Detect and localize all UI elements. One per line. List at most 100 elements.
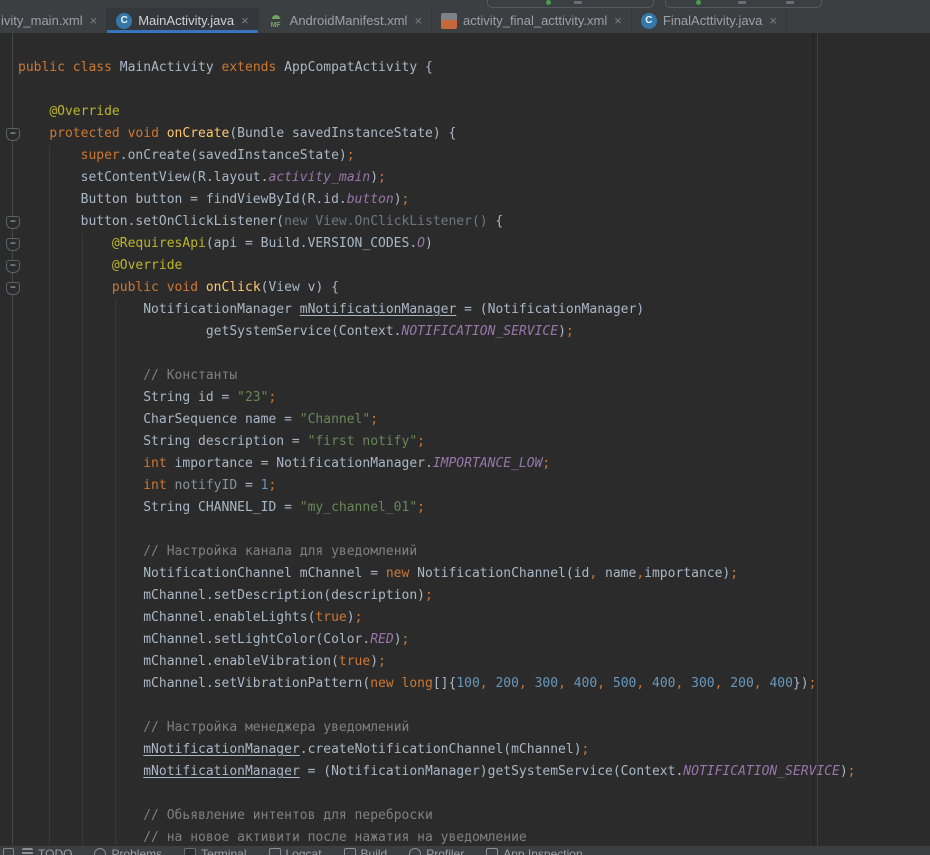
code-segment: ; [402, 632, 410, 647]
code-segment: @Override [49, 104, 119, 119]
tab-mainactivity-java[interactable]: C MainActivity.java × [107, 8, 258, 33]
close-icon[interactable]: × [414, 14, 422, 27]
toolbar-button-group[interactable] [487, 0, 654, 8]
fold-toggle-icon[interactable]: − [6, 216, 20, 229]
code-segment: mNotificationManager [143, 764, 300, 779]
code-segment: CharSequence name = [18, 412, 300, 427]
code-area[interactable]: public class MainActivity extends AppCom… [0, 57, 930, 845]
code-segment: ) [425, 236, 433, 251]
code-line: mChannel.enableVibration(true); [0, 651, 930, 673]
code-line [0, 695, 930, 717]
code-segment: ; [370, 412, 378, 427]
close-icon[interactable]: × [614, 14, 622, 27]
code-line: mChannel.setVibrationPattern(new long[]{… [0, 673, 930, 695]
code-segment [18, 368, 143, 383]
code-segment [159, 126, 167, 141]
code-line: super.onCreate(savedInstanceState); [0, 145, 930, 167]
code-segment: ; [848, 764, 856, 779]
code-segment: ; [582, 742, 590, 757]
code-line: mChannel.setDescription(description); [0, 585, 930, 607]
code-segment: (View v) { [261, 280, 339, 295]
status-item-problems[interactable]: Problems [94, 846, 162, 855]
code-segment: int [143, 478, 166, 493]
code-segment: = [237, 478, 260, 493]
status-item-todo[interactable]: TODO [22, 846, 72, 855]
code-segment: Button button = findViewById(R.id. [18, 192, 347, 207]
status-item-app-inspection[interactable]: App Inspection [486, 846, 582, 855]
code-segment: RED [370, 632, 393, 647]
code-segment: mChannel.setLightColor(Color. [18, 632, 370, 647]
code-line: NotificationManager mNotificationManager… [0, 299, 930, 321]
status-item-profiler[interactable]: Profiler [409, 846, 464, 855]
code-segment: // Настройка канала для уведомлений [143, 544, 417, 559]
status-item-terminal[interactable]: Terminal [184, 846, 246, 855]
fold-toggle-icon[interactable]: − [6, 238, 20, 251]
code-segment: new View.OnClickListener() [284, 214, 488, 229]
code-segment: NotificationChannel mChannel = [18, 566, 386, 581]
status-item-build[interactable]: Build [344, 846, 388, 855]
status-label: App Inspection [503, 847, 582, 855]
code-segment: ; [542, 456, 550, 471]
code-segment: void [167, 280, 198, 295]
tab-androidmanifest-xml[interactable]: MFAndroidManifest.xml× [259, 8, 432, 33]
code-segment [18, 478, 143, 493]
code-segment: // на новое активити после нажатия на ув… [143, 830, 527, 845]
code-segment: // Настройка менеджера уведомлений [143, 720, 409, 735]
code-segment [18, 742, 143, 757]
code-segment: int [143, 456, 166, 471]
tab-label: FinalActtivity.java [663, 13, 762, 28]
tab-activity-final-acttivity-xml[interactable]: activity_final_acttivity.xml× [432, 8, 632, 33]
java-class-icon: C [641, 13, 657, 29]
code-segment [65, 60, 73, 75]
code-segment: "Channel" [300, 412, 370, 427]
code-line: // на новое активити после нажатия на ув… [0, 827, 930, 845]
code-segment [18, 720, 143, 735]
code-segment: true [339, 654, 370, 669]
code-segment: // Константы [143, 368, 237, 383]
toolbar-button-group[interactable] [665, 0, 822, 8]
fold-toggle-icon[interactable]: − [6, 260, 20, 273]
code-line: String id = "23"; [0, 387, 930, 409]
tab-finalacttivity-java[interactable]: C FinalActtivity.java × [632, 8, 787, 33]
code-line: mNotificationManager = (NotificationMana… [0, 761, 930, 783]
code-segment: NOTIFICATION_SERVICE [683, 764, 840, 779]
code-segment: name [597, 566, 636, 581]
code-segment: 300 [691, 676, 714, 691]
code-line: button.setOnClickListener(new View.OnCli… [0, 211, 930, 233]
code-segment: importance) [644, 566, 730, 581]
code-line: public void onClick(View v) { [0, 277, 930, 299]
code-line: mNotificationManager.createNotificationC… [0, 739, 930, 761]
build-icon [344, 848, 356, 855]
tab-label: MainActivity.java [138, 13, 234, 28]
code-segment: mNotificationManager [300, 302, 457, 317]
code-segment: new [386, 566, 409, 581]
status-item-logcat[interactable]: Logcat [269, 846, 322, 855]
code-segment [18, 830, 143, 845]
code-segment: ; [566, 324, 574, 339]
code-line: @Override [0, 101, 930, 123]
code-segment: public [112, 280, 159, 295]
code-segment [159, 280, 167, 295]
code-segment: 400 [652, 676, 675, 691]
code-segment: @Override [112, 258, 182, 273]
code-segment: "my_channel_01" [300, 500, 417, 515]
code-segment: button [347, 192, 394, 207]
close-icon[interactable]: × [90, 14, 98, 27]
close-icon[interactable]: × [241, 14, 249, 27]
run-icon [696, 0, 701, 5]
close-icon[interactable]: × [769, 14, 777, 27]
tab-ivity-main-xml[interactable]: ivity_main.xml× [0, 8, 107, 33]
java-class-icon: C [116, 13, 132, 29]
layout-icon [441, 13, 457, 29]
code-segment: onClick [206, 280, 261, 295]
code-segment: new [370, 676, 393, 691]
fold-toggle-icon[interactable]: − [6, 128, 20, 141]
code-segment: true [315, 610, 346, 625]
fold-toggle-icon[interactable]: − [6, 282, 20, 295]
code-segment: ) [840, 764, 848, 779]
window-corner-icon[interactable] [3, 848, 14, 855]
code-editor[interactable]: public class MainActivity extends AppCom… [0, 33, 930, 845]
code-segment: ; [268, 478, 276, 493]
code-line: int importance = NotificationManager.IMP… [0, 453, 930, 475]
code-segment: @RequiresApi [112, 236, 206, 251]
